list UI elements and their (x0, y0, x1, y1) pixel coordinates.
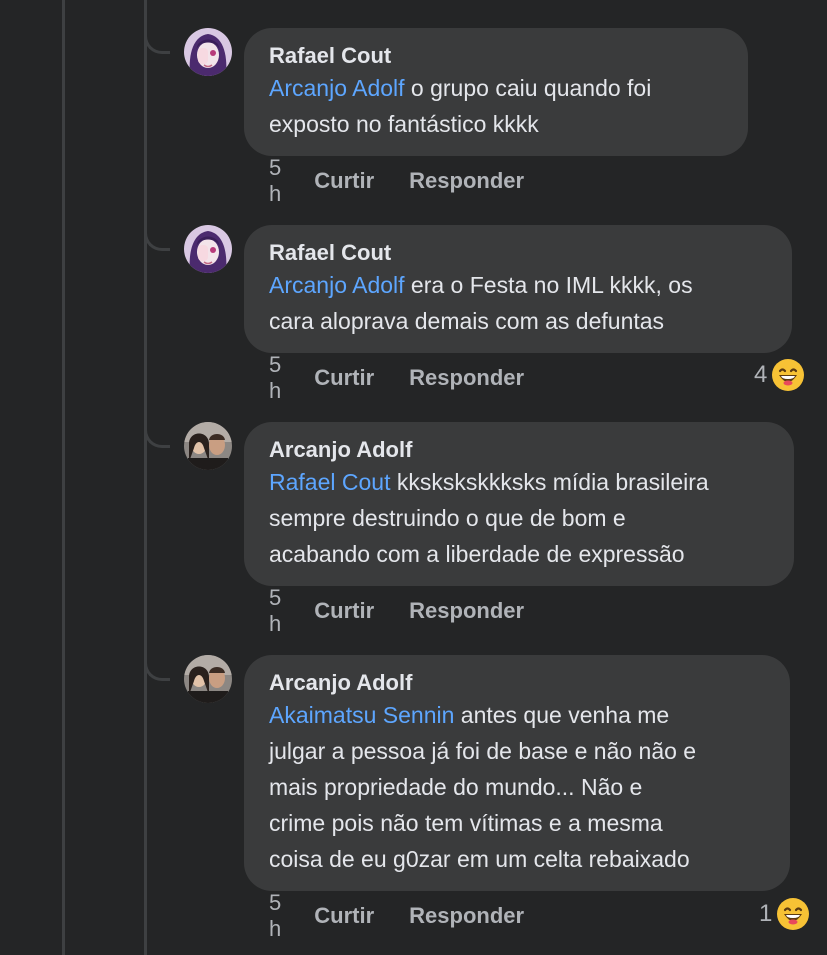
mention-link[interactable]: Arcanjo Adolf (269, 272, 405, 298)
like-button[interactable]: Curtir (314, 903, 374, 929)
comment-text: Akaimatsu Sennin antes que venha me (269, 697, 766, 733)
reply-button[interactable]: Responder (409, 903, 524, 929)
comment-bubble: Arcanjo Adolf Akaimatsu Sennin antes que… (244, 655, 790, 891)
comment-text-line: antes que venha me (454, 702, 670, 728)
comment-author[interactable]: Rafael Cout (269, 239, 768, 267)
mention-link[interactable]: Rafael Cout (269, 469, 390, 495)
comment-text: Rafael Cout kkskskskkksks mídia brasilei… (269, 464, 770, 500)
comment-author[interactable]: Arcanjo Adolf (269, 669, 766, 697)
laughing-emoji-icon (777, 898, 810, 930)
comment-timestamp[interactable]: 5 h (269, 585, 281, 637)
reply-connector (144, 422, 170, 448)
comment-text-line: sempre destruindo o que de bom e (269, 505, 626, 531)
thread-line-inner (144, 0, 147, 955)
comment-author[interactable]: Rafael Cout (269, 42, 724, 70)
reaction-summary[interactable]: 1 (759, 897, 810, 931)
reply-connector (144, 225, 170, 251)
comment-text-line: kkskskskkksks mídia brasileira (390, 469, 709, 495)
reaction-count: 4 (754, 361, 768, 388)
reaction-summary[interactable]: 4 (754, 358, 805, 392)
comment-bubble: Rafael Cout Arcanjo Adolf o grupo caiu q… (244, 28, 748, 156)
comment-timestamp[interactable]: 5 h (269, 890, 281, 942)
mention-link[interactable]: Arcanjo Adolf (269, 75, 405, 101)
thread-line-outer (62, 0, 65, 955)
anime-avatar-image (184, 28, 232, 76)
anime-avatar-image (184, 225, 232, 273)
avatar[interactable] (184, 225, 232, 273)
comment-text-line: coisa de eu g0zar em um celta rebaixado (269, 846, 690, 872)
comment-text-line: acabando com a liberdade de expressão (269, 541, 685, 567)
comment-actions: 5 h Curtir Responder (269, 155, 559, 206)
comment-actions: 5 h Curtir Responder (269, 352, 559, 403)
comment-text-line: cara aloprava demais com as defuntas (269, 308, 665, 334)
comment-author[interactable]: Arcanjo Adolf (269, 436, 770, 464)
couple-photo-avatar (184, 655, 232, 703)
reply-button[interactable]: Responder (409, 365, 524, 391)
laughing-emoji-icon (772, 359, 805, 391)
avatar[interactable] (184, 655, 232, 703)
like-button[interactable]: Curtir (314, 168, 374, 194)
comment-timestamp[interactable]: 5 h (269, 155, 281, 207)
reply-button[interactable]: Responder (409, 598, 524, 624)
avatar[interactable] (184, 28, 232, 76)
mention-link[interactable]: Akaimatsu Sennin (269, 702, 454, 728)
reply-button[interactable]: Responder (409, 168, 524, 194)
comment-text-line: o grupo caiu quando foi (404, 75, 652, 101)
comment-text-line: crime pois não tem vítimas e a mesma (269, 810, 663, 836)
comment-text-line: julgar a pessoa já foi de base e não não… (269, 738, 697, 764)
comment-text-line: exposto no fantástico kkkk (269, 111, 539, 137)
reply-connector (144, 28, 170, 54)
avatar[interactable] (184, 422, 232, 470)
comment-bubble: Rafael Cout Arcanjo Adolf era o Festa no… (244, 225, 792, 353)
reaction-count: 1 (759, 900, 773, 927)
comment-text-line: mais propriedade do mundo... Não e (269, 774, 643, 800)
comment-actions: 5 h Curtir Responder (269, 890, 559, 941)
comment-timestamp[interactable]: 5 h (269, 352, 281, 404)
comment-text: Arcanjo Adolf era o Festa no IML kkkk, o… (269, 267, 768, 303)
comment-actions: 5 h Curtir Responder (269, 585, 559, 636)
reply-connector (144, 655, 170, 681)
comment-text: Arcanjo Adolf o grupo caiu quando foi (269, 70, 724, 106)
like-button[interactable]: Curtir (314, 365, 374, 391)
couple-photo-avatar (184, 422, 232, 470)
comment-bubble: Arcanjo Adolf Rafael Cout kkskskskkksks … (244, 422, 794, 586)
comment-text-line: era o Festa no IML kkkk, os (404, 272, 693, 298)
like-button[interactable]: Curtir (314, 598, 374, 624)
